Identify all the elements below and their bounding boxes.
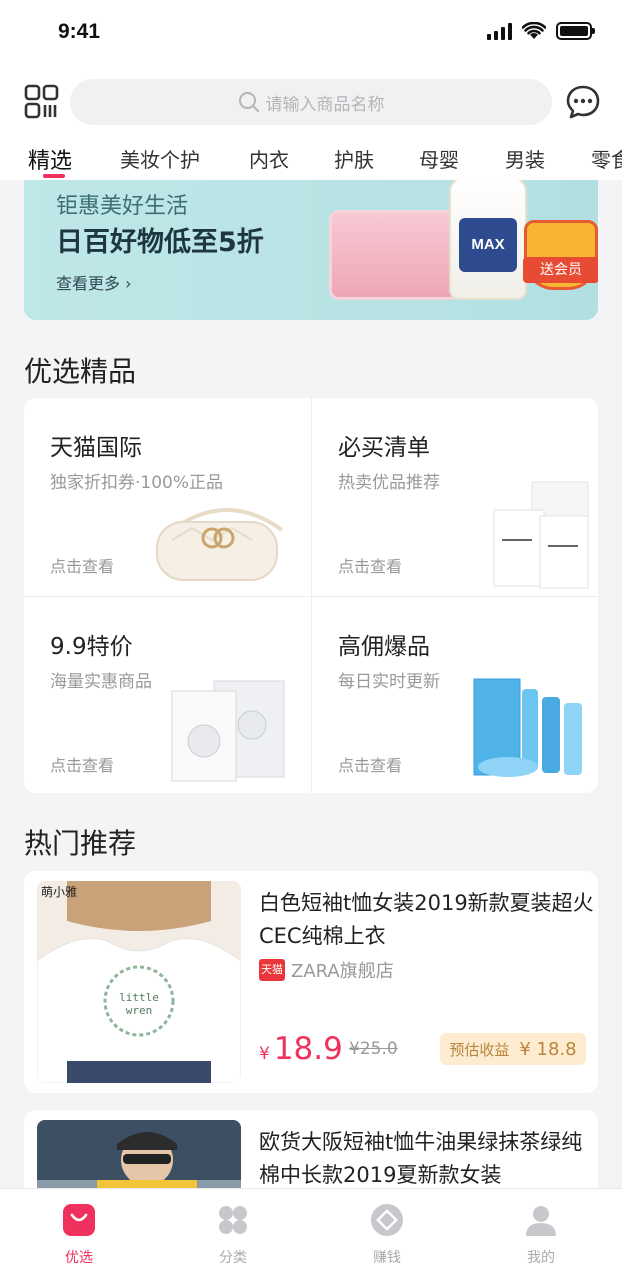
estimated-earnings-badge: 预估收益 ¥ 18.8 (440, 1033, 586, 1065)
nav-label: 赚钱 (373, 1250, 401, 1266)
tab-featured[interactable]: 精选 (28, 143, 72, 175)
wifi-icon (522, 22, 546, 39)
status-bar: 9:41 (0, 0, 622, 70)
header: 请输入商品名称 精选 美妆个护 内衣 护肤 母婴 男装 零食 (0, 70, 622, 180)
battery-icon (556, 22, 595, 40)
tmall-badge: 天猫 (259, 959, 285, 981)
user-icon (526, 1206, 556, 1236)
banner-title: 日百好物低至5折 (56, 227, 264, 258)
nav-label: 我的 (527, 1250, 555, 1266)
pick-subtitle: 热卖优品推荐 (338, 473, 440, 493)
search-icon (238, 92, 259, 112)
product-card[interactable]: 萌小雅 little wren 白色短袖t恤女装2019新款夏装超火CEC纯棉上… (24, 871, 598, 1093)
detergent-bottle-image: MAX (449, 180, 527, 300)
nav-label: 分类 (219, 1250, 247, 1266)
tab-menswear[interactable]: 男装 (505, 144, 545, 173)
banner-more-link[interactable]: 查看更多 › (56, 270, 132, 294)
category-tabs: 精选 美妆个护 内衣 护肤 母婴 男装 零食 (0, 140, 622, 180)
pick-must-buy[interactable]: 必买清单 热卖优品推荐 点击查看 (311, 398, 598, 596)
nav-label: 优选 (65, 1250, 93, 1266)
nav-featured[interactable]: 优选 (39, 1203, 119, 1267)
shop-info: 天猫 ZARA旗舰店 (259, 957, 394, 983)
tab-underwear[interactable]: 内衣 (249, 144, 289, 173)
bottom-nav: 优选 分类 赚钱 我的 (0, 1188, 622, 1276)
status-time: 9:41 (58, 20, 101, 43)
face-mask-pack-image (493, 481, 589, 589)
pick-title: 9.9特价 (50, 634, 133, 660)
image-brand-text: 萌小雅 (41, 885, 78, 899)
pick-title: 天猫国际 (50, 435, 142, 461)
pick-9-9-deals[interactable]: 9.9特价 海量实惠商品 点击查看 (24, 596, 311, 793)
tab-skincare[interactable]: 护肤 (334, 144, 374, 173)
message-icon[interactable] (565, 84, 601, 120)
shopping-bag-icon (63, 1204, 95, 1236)
status-icons (487, 22, 595, 40)
original-price: ¥25.0 (349, 1039, 398, 1059)
picks-section-title: 优选精品 (24, 355, 137, 388)
nav-profile[interactable]: 我的 (501, 1203, 581, 1267)
pick-link[interactable]: 点击查看 (338, 553, 402, 577)
tab-baby[interactable]: 母婴 (419, 144, 459, 173)
skincare-set-image (473, 678, 582, 777)
whitening-mask-image (171, 680, 285, 782)
pick-title: 高佣爆品 (338, 634, 430, 660)
scan-icon[interactable] (24, 84, 60, 120)
pick-link[interactable]: 点击查看 (50, 553, 114, 577)
product-title: 欧货大阪短袖t恤牛油果绿抹茶绿纯棉中长款2019夏新款女装 (259, 1130, 583, 1187)
pick-title: 必买清单 (338, 435, 430, 461)
price: ¥ 18.9 (259, 1031, 343, 1067)
pick-link[interactable]: 点击查看 (338, 752, 402, 776)
pick-subtitle: 每日实时更新 (338, 672, 440, 692)
search-placeholder: 请输入商品名称 (265, 94, 385, 115)
nav-earn[interactable]: 赚钱 (347, 1203, 427, 1267)
banner-subtitle: 钜惠美好生活 (56, 194, 189, 219)
product-title: 白色短袖t恤女装2019新款夏装超火CEC纯棉上衣 (259, 891, 594, 948)
earn-icon (371, 1204, 403, 1236)
price-value: 18.9 (273, 1031, 343, 1067)
shop-name: ZARA旗舰店 (291, 961, 394, 982)
storage-box-image (329, 210, 459, 300)
pick-high-commission[interactable]: 高佣爆品 每日实时更新 点击查看 (311, 596, 598, 793)
product-image: 萌小雅 little wren (37, 881, 241, 1083)
crown-badge-icon: 送会员 (523, 220, 598, 290)
hot-section-title: 热门推荐 (24, 827, 137, 860)
estimate-label: 预估收益 (449, 1040, 510, 1059)
image-print-text: little wren (119, 991, 159, 1017)
search-input[interactable]: 请输入商品名称 (70, 79, 552, 125)
tab-snacks[interactable]: 零食 (591, 144, 622, 173)
estimate-value: ¥ 18.8 (519, 1038, 577, 1060)
picks-grid: 天猫国际 独家折扣券·100%正品 点击查看 必买清单 热卖优品推荐 点击查看 … (24, 398, 598, 793)
pick-subtitle: 海量实惠商品 (50, 672, 152, 692)
handbag-image (156, 508, 284, 581)
categories-icon (219, 1206, 247, 1234)
signal-icon (487, 22, 512, 40)
pick-link[interactable]: 点击查看 (50, 752, 114, 776)
promo-banner[interactable]: 钜惠美好生活 日百好物低至5折 查看更多 › MAX 送会员 (24, 180, 598, 320)
bottle-label: MAX (459, 218, 517, 272)
pick-subtitle: 独家折扣券·100%正品 (50, 473, 224, 493)
vip-badge-label: 送会员 (523, 257, 598, 283)
tab-underline (43, 174, 65, 178)
currency-symbol: ¥ (259, 1044, 270, 1064)
nav-categories[interactable]: 分类 (193, 1203, 273, 1267)
tab-beauty-care[interactable]: 美妆个护 (120, 144, 200, 173)
pick-tmall-global[interactable]: 天猫国际 独家折扣券·100%正品 点击查看 (24, 398, 311, 596)
